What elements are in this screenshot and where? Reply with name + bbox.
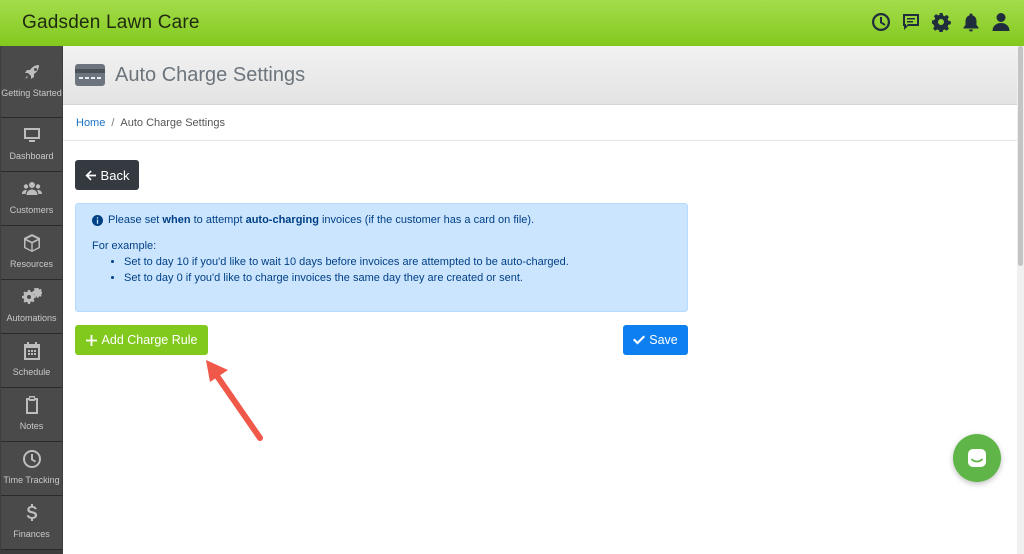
add-charge-rule-button[interactable]: Add Charge Rule [75,325,208,355]
back-button-label: Back [100,167,130,183]
info-circle-icon [92,214,103,226]
sidebar-item-customers[interactable]: Customers [1,172,62,226]
user-icon[interactable] [990,11,1012,33]
breadcrumb-current: Auto Charge Settings [120,116,225,129]
chat-icon [968,449,986,467]
cogs-icon [21,288,42,305]
top-bar: Gadsden Lawn Care [0,0,1024,46]
sidebar-item-label: Resources [9,259,54,270]
sidebar-item-resources[interactable]: Resources [1,226,62,280]
info-message: Please set when to attempt auto-charging… [92,214,671,226]
sidebar-item-label: Dashboard [9,151,54,162]
back-button[interactable]: Back [75,160,139,190]
info-text-3: invoices (if the customer has a card on … [318,214,535,226]
sidebar-item-notes[interactable]: Notes [1,388,62,442]
top-icons [870,11,1012,33]
sidebar-item-getting-started[interactable]: Getting Started [1,46,62,118]
info-text-1: Please set [108,214,163,226]
save-button[interactable]: Save [623,325,688,355]
add-charge-rule-label: Add Charge Rule [101,333,198,347]
info-bold-auto-charging: auto-charging [245,214,319,226]
sidebar-item-automations[interactable]: Automations [1,280,62,334]
sidebar-item-label: Customers [9,205,54,216]
annotation-arrow [206,360,263,441]
page-title: Auto Charge Settings [115,63,306,86]
page-scrollbar[interactable] [1017,46,1024,554]
chat-launcher-button[interactable] [953,434,1001,482]
clock-icon [22,450,41,469]
save-button-label: Save [649,333,678,347]
sidebar-item-label: Schedule [12,367,51,378]
sidebar-item-label: Notes [19,421,44,432]
sidebar-item-finances[interactable]: Finances [1,496,62,550]
box-icon [23,234,40,253]
info-example-list: Set to day 10 if you'd like to wait 10 d… [124,254,671,286]
sidebar-item-dashboard[interactable]: Dashboard [1,118,62,172]
page-header: Auto Charge Settings [63,46,1017,105]
gear-icon[interactable] [930,11,952,33]
credit-card-icon [75,64,105,86]
dollar-icon [26,504,37,522]
breadcrumb: Home / Auto Charge Settings [63,105,1017,141]
clipboard-icon [25,396,38,415]
breadcrumb-separator: / [111,116,115,129]
breadcrumb-home-link[interactable]: Home [76,117,105,129]
rocket-icon [24,65,39,80]
calendar-icon [23,342,40,361]
info-alert: Please set when to attempt auto-charging… [75,203,688,312]
sidebar-item-label: Time Tracking [3,475,60,486]
sidebar-item-label: Automations [6,313,57,324]
scrollbar-thumb[interactable] [1018,46,1023,266]
clock-icon[interactable] [870,11,892,33]
info-example-heading: For example: [92,240,157,252]
app-title[interactable]: Gadsden Lawn Care [22,12,200,34]
monitor-icon [23,128,40,143]
list-item: Set to day 0 if you'd like to charge inv… [124,270,671,286]
list-item: Set to day 10 if you'd like to wait 10 d… [124,254,671,270]
sidebar-item-label: Getting Started [1,88,62,99]
sidebar-item-schedule[interactable]: Schedule [1,334,62,388]
info-bold-when: when [162,214,191,226]
info-text-2: to attempt [190,214,246,226]
users-icon [21,182,42,196]
main-content: Auto Charge Settings Home / Auto Charge … [63,46,1017,554]
sidebar: Getting Started Dashboard Customers Reso… [0,46,63,554]
bell-icon[interactable] [960,11,982,33]
sidebar-item-time-tracking[interactable]: Time Tracking [1,442,62,496]
chat-bubble-icon[interactable] [900,11,922,33]
arrow-left-icon [85,169,96,181]
sidebar-item-label: Finances [13,529,50,540]
checkmark-icon [633,335,646,345]
plus-icon [85,334,97,346]
